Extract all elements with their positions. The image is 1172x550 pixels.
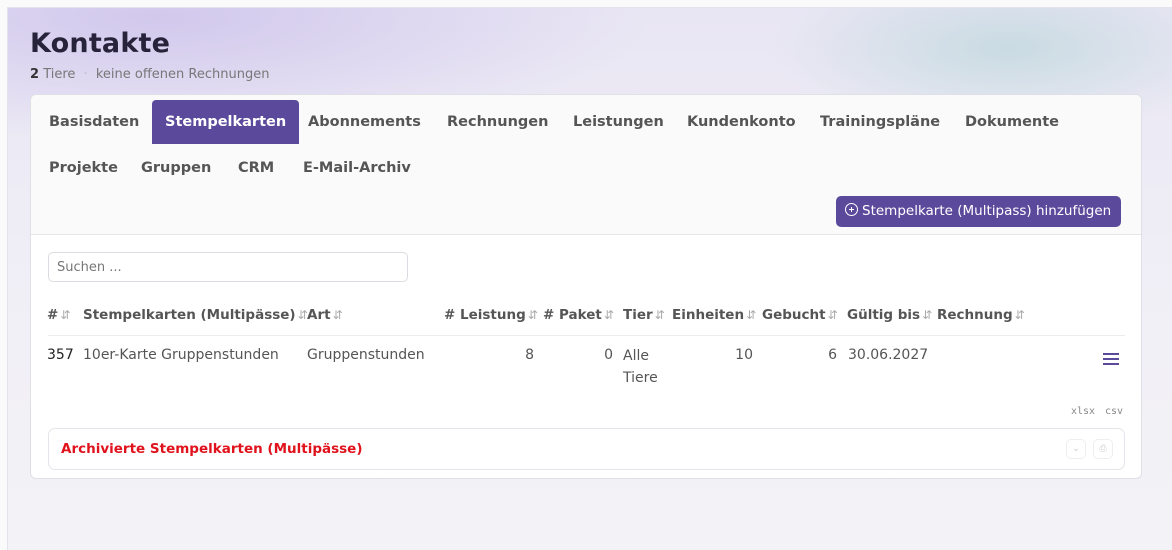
sort-icon: ⇵ (654, 308, 665, 322)
window-top-strip (0, 0, 1172, 7)
tab-kundenkonto[interactable]: Kundenkonto (674, 100, 809, 144)
print-icon[interactable]: ⎙ (1093, 439, 1113, 459)
page-title: Kontakte (30, 28, 171, 59)
animal-count-label: Tiere (43, 67, 76, 82)
invoice-status: keine offenen Rechnungen (95, 67, 270, 82)
chevron-down-icon[interactable]: ⌄ (1066, 439, 1086, 459)
animal-count: 2 (30, 67, 40, 82)
archived-multipass-title: Archivierte Stempelkarten (Multipässe) (61, 441, 363, 457)
sort-icon: ⇵ (1014, 308, 1025, 322)
cell-gueltig-bis: 30.06.2027 (848, 347, 929, 363)
plus-circle-icon (845, 203, 858, 216)
cell-gebucht: 6 (828, 347, 837, 363)
hamburger-menu-icon[interactable] (1103, 353, 1119, 365)
col-header-paket[interactable]: # Paket ⇵ (543, 307, 614, 323)
tab-rechnungen[interactable]: Rechnungen (434, 100, 561, 144)
cell-id: 357 (47, 347, 74, 363)
tab-gruppen[interactable]: Gruppen (128, 146, 224, 190)
col-header-gebucht[interactable]: Gebucht ⇵ (762, 307, 838, 323)
col-header-name[interactable]: Stempelkarten (Multipässe) ⇵ (83, 307, 308, 323)
sort-icon: ⇵ (527, 308, 538, 322)
sort-icon: ⇵ (603, 308, 614, 322)
tab-abonnements[interactable]: Abonnements (295, 100, 434, 144)
contact-detail-card: Basisdaten Stempelkarten Abonnements Rec… (30, 94, 1142, 479)
separator-dot: · (83, 67, 88, 82)
tab-basisdaten[interactable]: Basisdaten (36, 100, 152, 144)
tab-projekte[interactable]: Projekte (36, 146, 131, 190)
tab-crm[interactable]: CRM (225, 146, 287, 190)
sort-icon: ⇵ (746, 308, 757, 322)
tab-trainingsplaene[interactable]: Trainingspläne (807, 100, 953, 144)
col-header-art[interactable]: Art ⇵ (307, 307, 343, 323)
cell-paket: 0 (604, 347, 613, 363)
add-multipass-button[interactable]: Stempelkarte (Multipass) hinzufügen (836, 196, 1122, 227)
col-header-leistung[interactable]: # Leistung ⇵ (444, 307, 538, 323)
cell-name: 10er-Karte Gruppenstunden (83, 347, 279, 363)
sort-icon: ⇵ (827, 308, 838, 322)
tab-dokumente[interactable]: Dokumente (952, 100, 1072, 144)
export-csv-link[interactable]: csv (1105, 406, 1123, 417)
col-header-id[interactable]: # ⇵ (47, 307, 70, 323)
table-header-divider (48, 335, 1125, 336)
col-header-rechnung[interactable]: Rechnung ⇵ (937, 307, 1025, 323)
col-header-tier[interactable]: Tier ⇵ (623, 307, 665, 323)
sort-icon: ⇵ (922, 308, 933, 322)
archived-multipass-panel[interactable]: Archivierte Stempelkarten (Multipässe) ⌄… (48, 428, 1125, 470)
sort-icon: ⇵ (60, 308, 71, 322)
cell-art: Gruppenstunden (307, 347, 425, 363)
tab-stempelkarten[interactable]: Stempelkarten (152, 100, 300, 144)
search-input[interactable] (48, 252, 408, 282)
cell-tier: Alle Tiere (623, 348, 658, 386)
col-header-gueltig-bis[interactable]: Gültig bis ⇵ (847, 307, 932, 323)
cell-leistung: 8 (525, 347, 534, 363)
tab-email-archiv[interactable]: E-Mail-Archiv (290, 146, 424, 190)
add-multipass-label: Stempelkarte (Multipass) hinzufügen (862, 203, 1112, 219)
sort-icon: ⇵ (332, 308, 343, 322)
cell-einheiten: 10 (735, 347, 753, 363)
window-left-strip (0, 0, 7, 550)
col-header-einheiten[interactable]: Einheiten ⇵ (672, 307, 756, 323)
tab-leistungen[interactable]: Leistungen (560, 100, 677, 144)
export-xlsx-link[interactable]: xlsx (1071, 406, 1095, 417)
page-subtitle: 2 Tiere · keine offenen Rechnungen (30, 67, 269, 82)
tab-bar: Basisdaten Stempelkarten Abonnements Rec… (31, 95, 1141, 235)
